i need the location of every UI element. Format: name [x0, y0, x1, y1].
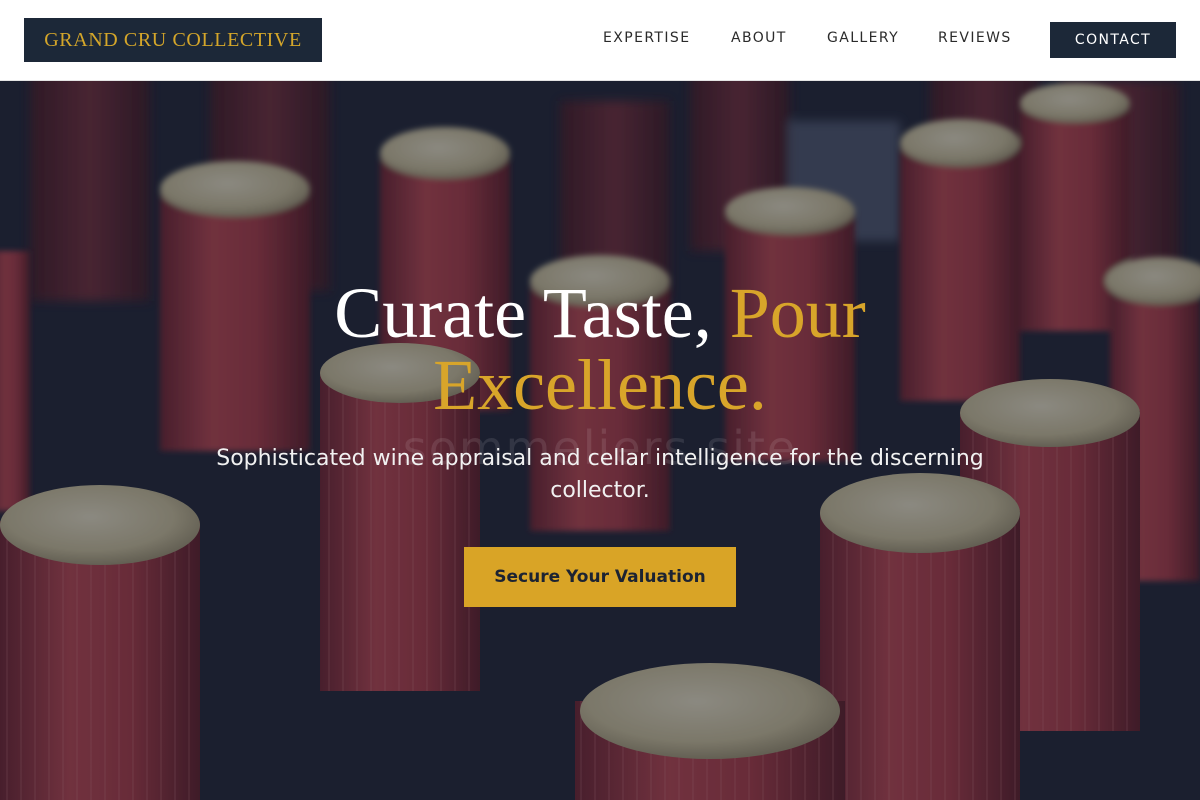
hero-title-white: Curate Taste,: [334, 273, 730, 353]
site-header: GRAND CRU COLLECTIVE EXPERTISE ABOUT GAL…: [0, 0, 1200, 81]
nav-link-gallery[interactable]: GALLERY: [827, 30, 899, 46]
hero-section: sommeliers.site Curate Taste, Pour Excel…: [0, 81, 1200, 800]
nav-link-reviews[interactable]: REVIEWS: [938, 30, 1012, 46]
nav-link-about[interactable]: ABOUT: [731, 30, 787, 46]
hero-title: Curate Taste, Pour Excellence.: [200, 277, 1000, 421]
nav-link-expertise[interactable]: EXPERTISE: [603, 30, 690, 46]
main-nav: EXPERTISE ABOUT GALLERY REVIEWS CONTACT: [0, 0, 1200, 80]
contact-button[interactable]: CONTACT: [1050, 22, 1176, 58]
hero-subtitle: Sophisticated wine appraisal and cellar …: [216, 446, 984, 503]
secure-valuation-button[interactable]: Secure Your Valuation: [464, 547, 736, 607]
